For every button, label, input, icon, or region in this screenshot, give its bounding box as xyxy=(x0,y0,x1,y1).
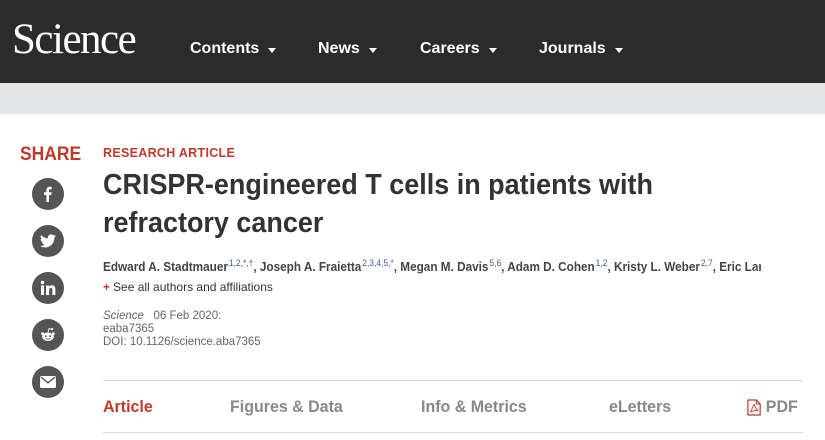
author-name[interactable]: Eric Lanca... xyxy=(719,260,761,274)
doi[interactable]: DOI: 10.1126/science.aba7365 xyxy=(103,336,261,349)
author-name[interactable]: Edward A. Stadtmauer xyxy=(103,260,228,274)
author-list: Edward A. Stadtmauer1,2,*,†, Joseph A. F… xyxy=(103,258,761,274)
nav-journals-label: Journals xyxy=(539,40,606,57)
share-reddit-button[interactable] xyxy=(32,319,64,351)
top-navigation-bar: Science Contents News Careers Journals xyxy=(0,0,825,83)
tab-pdf[interactable]: PDF xyxy=(747,397,798,417)
author-name[interactable]: Megan M. Davis xyxy=(400,260,488,274)
author-affiliation-marker[interactable]: 5,6 xyxy=(489,258,501,268)
publication-date: 06 Feb 2020: xyxy=(147,310,222,322)
chevron-down-icon xyxy=(488,47,497,53)
sub-navigation-bar xyxy=(0,83,825,114)
tabs-divider-top xyxy=(103,380,803,381)
tab-pdf-label: PDF xyxy=(765,397,798,416)
author-name[interactable]: Adam D. Cohen xyxy=(507,260,594,274)
chevron-down-icon xyxy=(268,47,277,53)
email-icon xyxy=(40,376,56,388)
author-affiliation-marker[interactable]: 1,2 xyxy=(596,258,608,268)
nav-contents-label: Contents xyxy=(190,40,260,57)
science-logo[interactable]: Science xyxy=(12,14,137,66)
nav-contents[interactable]: Contents xyxy=(190,40,277,58)
author-affiliation-marker[interactable]: 1,2,*,† xyxy=(229,258,253,268)
twitter-icon xyxy=(40,234,56,248)
nav-news[interactable]: News xyxy=(318,40,377,58)
share-twitter-button[interactable] xyxy=(32,225,64,257)
article-type-label: RESEARCH ARTICLE xyxy=(103,146,236,160)
publication-date-text: 06 Feb 2020: xyxy=(153,310,222,322)
nav-careers-label: Careers xyxy=(420,40,480,57)
nav-journals[interactable]: Journals xyxy=(539,40,623,58)
author-affiliation-marker[interactable]: 2,7 xyxy=(701,258,713,268)
author-name[interactable]: Kristy L. Weber xyxy=(614,260,700,274)
chevron-down-icon xyxy=(614,47,623,53)
linkedin-icon xyxy=(40,280,56,295)
tab-article[interactable]: Article xyxy=(103,397,153,417)
citation-info: Science 06 Feb 2020: eaba7365 DOI: 10.11… xyxy=(103,310,261,349)
journal-name: Science xyxy=(103,310,144,322)
author-name[interactable]: Joseph A. Fraietta xyxy=(260,260,361,274)
pdf-file-icon xyxy=(747,398,761,416)
article-title: CRISPR-engineered T cells in patients wi… xyxy=(103,169,653,239)
tab-eletters[interactable]: eLetters xyxy=(609,397,671,417)
chevron-down-icon xyxy=(368,47,377,53)
author-affiliation-marker[interactable]: 2,3,4,5,* xyxy=(362,258,394,268)
share-label: SHARE xyxy=(20,144,82,165)
see-all-authors-link[interactable]: + See all authors and affiliations xyxy=(103,280,273,294)
tabs-divider-bottom xyxy=(103,432,803,433)
facebook-icon xyxy=(44,186,52,202)
plus-icon: + xyxy=(103,280,111,294)
share-email-button[interactable] xyxy=(32,366,64,398)
article-id: eaba7365 xyxy=(103,323,155,335)
publication-line: Science 06 Feb 2020: xyxy=(103,310,261,323)
see-all-authors-label: See all authors and affiliations xyxy=(113,280,273,294)
share-linkedin-button[interactable] xyxy=(32,272,64,304)
share-facebook-button[interactable] xyxy=(32,178,64,210)
reddit-icon xyxy=(41,327,55,341)
nav-news-label: News xyxy=(318,40,360,57)
nav-careers[interactable]: Careers xyxy=(420,40,497,58)
tab-figures-data[interactable]: Figures & Data xyxy=(230,397,343,417)
tab-info-metrics[interactable]: Info & Metrics xyxy=(421,397,527,417)
